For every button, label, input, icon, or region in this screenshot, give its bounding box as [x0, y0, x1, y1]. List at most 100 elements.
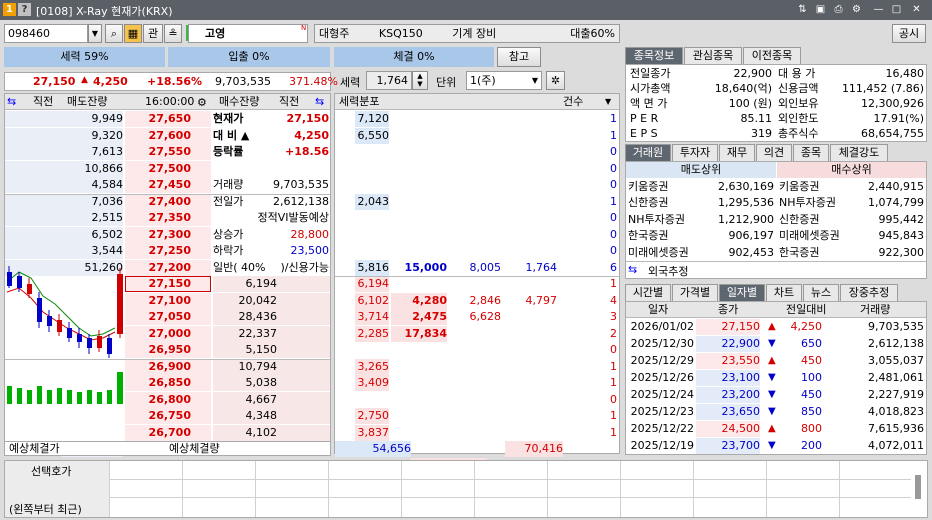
- buy-qty[interactable]: 5,150: [213, 342, 277, 358]
- sell-qty[interactable]: 9,949: [61, 111, 123, 127]
- bottom-scrollbar[interactable]: [915, 475, 921, 499]
- sell-qty[interactable]: 7,036: [61, 193, 123, 210]
- force-stepper[interactable]: ▲ ▼: [412, 71, 428, 90]
- bid-price[interactable]: 26,700: [125, 424, 211, 441]
- prev-sell-cell: [5, 127, 61, 144]
- ask-price[interactable]: 27,300: [125, 226, 211, 243]
- buy-broker[interactable]: 신한증권: [779, 212, 855, 228]
- tab-broker_tabs-0[interactable]: 거래원: [625, 144, 671, 161]
- calendar-icon[interactable]: ▦: [124, 24, 142, 43]
- swap-icon[interactable]: ⇆: [7, 94, 16, 110]
- buy-qty[interactable]: 4,667: [213, 391, 277, 408]
- bid-price[interactable]: 26,950: [125, 342, 211, 358]
- ask-price[interactable]: 27,650: [125, 111, 211, 127]
- bid-price[interactable]: 26,900: [125, 358, 211, 375]
- ask-price[interactable]: 27,500: [125, 160, 211, 177]
- buy-qty[interactable]: 4,348: [213, 408, 277, 424]
- buy-qty[interactable]: 20,042: [213, 292, 277, 309]
- tab-broker_tabs-1[interactable]: 투자자: [672, 144, 718, 161]
- buy-broker[interactable]: 미래에셋증권: [779, 228, 855, 244]
- tab-period_tabs-0[interactable]: 시간별: [625, 284, 671, 301]
- print-icon[interactable]: ⎙: [832, 3, 845, 16]
- tab-info_tabs-1[interactable]: 관심종목: [684, 47, 742, 64]
- ask-price[interactable]: 27,350: [125, 210, 211, 226]
- tab-broker_tabs-2[interactable]: 재무: [719, 144, 755, 161]
- prev-buy-cell: [277, 325, 330, 342]
- tab-info_tabs-0[interactable]: 종목정보: [625, 47, 683, 64]
- buy-qty[interactable]: 28,436: [213, 309, 277, 325]
- minimize-icon[interactable]: —: [872, 3, 885, 16]
- buy-broker[interactable]: 한국증권: [779, 245, 855, 261]
- force-a: 5,816: [355, 259, 389, 276]
- swap-icon[interactable]: ⇆: [628, 263, 637, 276]
- buy-qty[interactable]: 22,337: [213, 325, 277, 342]
- tab-period_tabs-5[interactable]: 장중추정: [840, 284, 898, 301]
- daily-change: 800: [801, 422, 822, 435]
- buy-broker[interactable]: NH투자증권: [779, 195, 855, 211]
- code-dropdown-icon[interactable]: ▼: [88, 24, 102, 43]
- force-a: 2,750: [355, 408, 389, 424]
- bid-price[interactable]: 27,000: [125, 325, 211, 342]
- ask-price[interactable]: 27,550: [125, 144, 211, 160]
- settings-icon[interactable]: ⚙: [850, 3, 863, 16]
- notice-button[interactable]: 공시: [892, 24, 926, 43]
- buy-qty[interactable]: 6,194: [213, 276, 277, 292]
- sell-broker[interactable]: 미래에셋증권: [628, 245, 704, 261]
- sell-qty[interactable]: 3,544: [61, 243, 123, 259]
- buy-qty[interactable]: 10,794: [213, 358, 277, 375]
- force-value-input[interactable]: 1,764: [366, 71, 412, 90]
- sell-broker[interactable]: NH투자증권: [628, 212, 704, 228]
- save-icon[interactable]: ▣: [814, 3, 827, 16]
- force-sell-bar: 세력 59%: [4, 47, 165, 67]
- sell-broker[interactable]: 키움증권: [628, 179, 704, 195]
- kwan-button[interactable]: 관: [143, 24, 163, 43]
- stock-code-input[interactable]: 098460: [4, 24, 88, 43]
- search-button[interactable]: ⌕: [105, 24, 123, 43]
- ask-price[interactable]: 27,250: [125, 243, 211, 259]
- sell-qty[interactable]: 6,502: [61, 226, 123, 243]
- sell-qty[interactable]: 10,866: [61, 160, 123, 177]
- close-icon[interactable]: ✕: [910, 3, 923, 16]
- buy-qty[interactable]: 4,102: [213, 424, 277, 441]
- sell-qty[interactable]: 2,515: [61, 210, 123, 226]
- ask-price[interactable]: 27,600: [125, 127, 211, 144]
- gear-icon[interactable]: ⚙: [197, 95, 207, 111]
- unit-select[interactable]: 1(주) ▼: [466, 71, 542, 90]
- bid-price[interactable]: 27,050: [125, 309, 211, 325]
- daily-change: 850: [801, 405, 822, 418]
- reference-button[interactable]: 참고: [497, 47, 541, 67]
- force-settings-icon[interactable]: ✲: [546, 71, 565, 90]
- sell-qty[interactable]: 9,320: [61, 127, 123, 144]
- sell-broker[interactable]: 신한증권: [628, 195, 704, 211]
- force-a: 3,265: [355, 358, 389, 375]
- ask-price[interactable]: 27,450: [125, 177, 211, 193]
- swap-icon-right[interactable]: ⇆: [315, 94, 324, 110]
- buy-qty[interactable]: 5,038: [213, 375, 277, 391]
- tab-period_tabs-3[interactable]: 차트: [766, 284, 802, 301]
- bid-price[interactable]: 27,100: [125, 292, 211, 309]
- tab-broker_tabs-4[interactable]: 종목: [793, 144, 829, 161]
- bid-price[interactable]: 26,800: [125, 391, 211, 408]
- buy-broker[interactable]: 키움증권: [779, 179, 855, 195]
- tab-period_tabs-2[interactable]: 일자별: [719, 284, 765, 301]
- sell-qty[interactable]: 7,613: [61, 144, 123, 160]
- bid-price[interactable]: 26,850: [125, 375, 211, 391]
- daily-change: 450: [801, 388, 822, 401]
- tab-period_tabs-4[interactable]: 뉴스: [803, 284, 839, 301]
- link-icon[interactable]: ⇅: [796, 3, 809, 16]
- sell-qty[interactable]: 4,584: [61, 177, 123, 193]
- ask-price[interactable]: 27,200: [125, 259, 211, 276]
- tab-broker_tabs-5[interactable]: 체결강도: [830, 144, 888, 161]
- sell-broker[interactable]: 한국증권: [628, 228, 704, 244]
- help-icon[interactable]: ?: [18, 3, 31, 16]
- tab-period_tabs-1[interactable]: 가격별: [672, 284, 718, 301]
- chevron-down-icon[interactable]: ▼: [605, 94, 611, 110]
- ask-price[interactable]: 27,400: [125, 193, 211, 210]
- maximize-icon[interactable]: □: [890, 3, 903, 16]
- grid-line: [255, 461, 256, 517]
- bid-price[interactable]: 26,750: [125, 408, 211, 424]
- pin-icon[interactable]: ≗: [164, 24, 182, 43]
- tab-info_tabs-2[interactable]: 이전종목: [743, 47, 801, 64]
- daily-date: 2025/12/26: [630, 371, 694, 384]
- tab-broker_tabs-3[interactable]: 의견: [756, 144, 792, 161]
